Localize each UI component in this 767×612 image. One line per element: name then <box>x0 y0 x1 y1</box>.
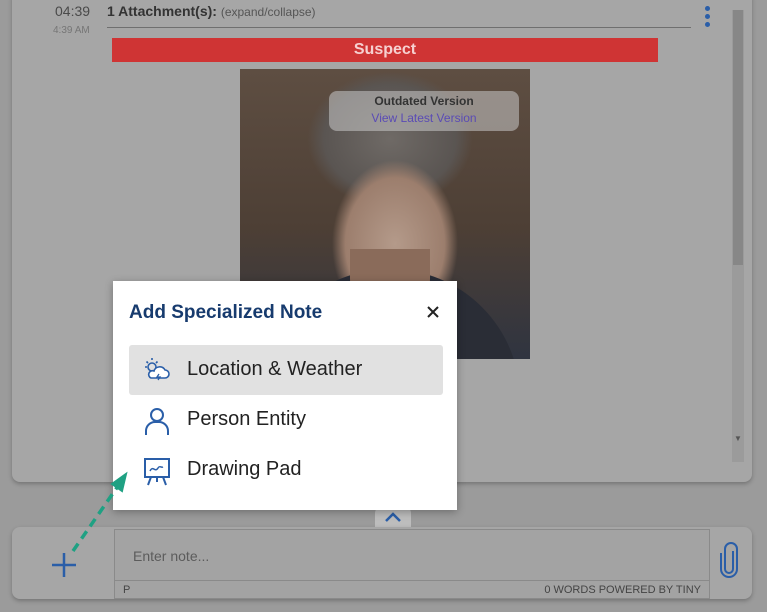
suspect-banner: Suspect <box>112 38 658 62</box>
add-note-button[interactable] <box>50 545 78 581</box>
note-editor[interactable]: Enter note... P 0 WORDS POWERED BY TINY <box>114 529 710 599</box>
attachments-hint: (expand/collapse) <box>220 5 316 19</box>
option-label: Drawing Pad <box>187 458 302 480</box>
cloud-weather-icon <box>142 356 172 384</box>
outdated-title: Outdated Version <box>374 94 474 108</box>
attachments-toggle[interactable]: 1 Attachment(s): (expand/collapse) <box>107 3 316 19</box>
easel-icon <box>142 456 172 486</box>
collapse-toggle-button[interactable] <box>375 507 411 529</box>
editor-statusbar: P 0 WORDS POWERED BY TINY <box>115 580 709 598</box>
paperclip-icon <box>720 542 738 578</box>
plus-icon <box>52 553 76 577</box>
option-location-weather[interactable]: Location & Weather <box>129 345 443 395</box>
more-options-icon[interactable] <box>702 6 712 32</box>
view-latest-version-link[interactable]: View Latest Version <box>329 111 519 125</box>
element-path: P <box>123 584 131 596</box>
note-composer: Enter note... P 0 WORDS POWERED BY TINY <box>12 527 752 599</box>
option-person-entity[interactable]: Person Entity <box>129 395 443 445</box>
scrollbar-thumb[interactable] <box>733 10 743 265</box>
attach-file-button[interactable] <box>718 541 740 581</box>
close-icon[interactable] <box>426 305 440 319</box>
dialog-title: Add Specialized Note <box>129 302 323 323</box>
note-input-placeholder[interactable]: Enter note... <box>133 548 209 564</box>
person-icon <box>142 406 172 435</box>
chevron-up-icon <box>385 512 401 522</box>
add-specialized-note-dialog: Add Specialized Note Location & Weather … <box>113 281 457 510</box>
divider <box>107 27 691 28</box>
word-count: 0 WORDS POWERED BY TINY <box>544 584 701 596</box>
message-time: 04:39 <box>55 3 91 19</box>
outdated-version-badge: Outdated Version View Latest Version <box>329 91 519 131</box>
scroll-down-icon[interactable]: ▼ <box>733 434 743 444</box>
attachments-label: 1 Attachment(s): <box>107 3 217 19</box>
message-time-sub: 4:39 AM <box>53 25 90 36</box>
option-label: Person Entity <box>187 408 306 430</box>
option-drawing-pad[interactable]: Drawing Pad <box>129 445 443 495</box>
option-label: Location & Weather <box>187 358 363 380</box>
